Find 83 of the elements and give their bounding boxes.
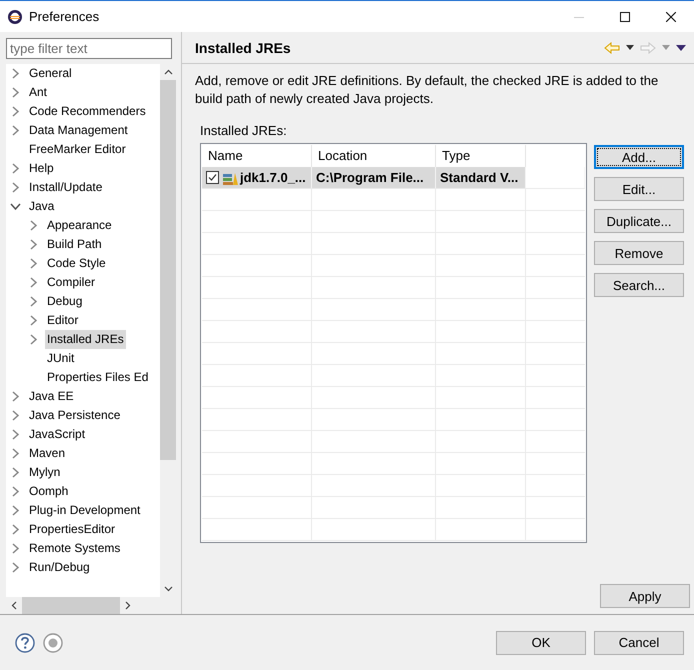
chevron-right-icon[interactable] [10, 505, 21, 516]
tree-item[interactable]: Java EE [27, 387, 76, 406]
action-button[interactable]: Duplicate... [594, 209, 684, 233]
filter-field[interactable]: type filter text [6, 38, 172, 59]
tree-item[interactable]: Properties Files Ed [45, 368, 150, 387]
chevron-right-icon[interactable] [28, 296, 39, 307]
chevron-right-icon[interactable] [28, 220, 39, 231]
record-icon[interactable] [43, 632, 63, 652]
tree-item[interactable]: Editor [45, 311, 80, 330]
chevron-right-icon[interactable] [10, 391, 21, 402]
chevron-down-icon[interactable] [10, 201, 21, 212]
tree-item[interactable]: Data Management [27, 121, 130, 140]
back-arrow-icon[interactable] [604, 42, 620, 54]
tree-item[interactable]: Code Style [45, 254, 108, 273]
chevron-right-icon[interactable] [10, 87, 21, 98]
tree-item[interactable]: Mylyn [27, 463, 62, 482]
cancel-button[interactable]: Cancel [594, 630, 684, 654]
tree-item[interactable]: JavaScript [27, 425, 88, 444]
chevron-right-icon[interactable] [10, 106, 21, 117]
tree-item[interactable]: Run/Debug [27, 558, 92, 577]
chevron-right-icon[interactable] [28, 315, 39, 326]
tree-item[interactable]: Remote Systems [27, 539, 122, 558]
chevron-right-icon[interactable] [28, 258, 39, 269]
chevron-right-icon[interactable] [10, 182, 21, 193]
caret-icon[interactable] [626, 45, 634, 50]
ok-button[interactable]: OK [496, 630, 586, 654]
chevron-right-icon[interactable] [10, 429, 21, 440]
description-text: Add, remove or edit JRE definitions. By default, the checked JRE is added to the build path of newly created Java projects. [195, 72, 660, 108]
apply-button[interactable]: Apply [600, 584, 690, 608]
tree-item[interactable]: Code Recommenders [27, 102, 148, 121]
scrollbar-thumb[interactable] [22, 597, 120, 614]
chevron-right-icon[interactable] [10, 410, 21, 421]
table-cell: jdk1.7.0_... [240, 170, 306, 185]
maximize-icon [620, 12, 630, 22]
checkbox[interactable] [206, 171, 219, 184]
tree-item[interactable]: Ant [27, 83, 50, 102]
scroll-up-icon[interactable] [164, 69, 172, 75]
table-row[interactable]: jdk1.7.0_... C:\Program File... Standard V... [202, 167, 585, 189]
tree-item[interactable]: Plug-in Development [27, 501, 142, 520]
chevron-right-icon[interactable] [10, 543, 21, 554]
action-button[interactable]: Remove [594, 241, 684, 265]
chevron-right-icon[interactable] [10, 562, 21, 573]
chevron-right-icon[interactable] [28, 334, 39, 345]
help-icon[interactable] [15, 632, 35, 652]
tree-item[interactable]: General [27, 64, 74, 83]
app-icon [7, 8, 23, 24]
tree-item[interactable]: Install/Update [27, 178, 104, 197]
tree-item[interactable]: Compiler [45, 273, 98, 292]
scroll-down-icon[interactable] [164, 586, 172, 592]
tree-item[interactable]: PropertiesEditor [27, 520, 118, 539]
chevron-right-icon[interactable] [10, 68, 21, 79]
action-button[interactable]: Edit... [594, 177, 684, 201]
table-label: Installed JREs: [200, 123, 288, 138]
view-menu-icon[interactable] [676, 44, 686, 50]
tree-item[interactable]: Help [27, 159, 56, 178]
scroll-left-icon[interactable] [11, 601, 17, 610]
chevron-right-icon[interactable] [10, 467, 21, 478]
tree-item[interactable]: Appearance [45, 216, 114, 235]
chevron-right-icon[interactable] [28, 277, 39, 288]
tree-item[interactable]: Java Persistence [27, 406, 122, 425]
table-cell: C:\Program File... [316, 170, 424, 185]
window-title: Preferences [29, 9, 100, 24]
tree-item[interactable]: Java [27, 197, 56, 216]
scrollbar-thumb[interactable] [160, 80, 176, 460]
tree-item[interactable]: Build Path [45, 235, 104, 254]
tree-item[interactable]: JUnit [45, 349, 76, 368]
tree-item[interactable]: Oomph [27, 482, 70, 501]
tree-item[interactable]: FreeMarker Editor [27, 140, 128, 159]
chevron-right-icon[interactable] [10, 524, 21, 535]
chevron-right-icon[interactable] [10, 448, 21, 459]
chevron-right-icon[interactable] [10, 486, 21, 497]
tree-item[interactable]: Maven [27, 444, 68, 463]
tree-item[interactable]: Installed JREs [45, 330, 126, 349]
chevron-right-icon[interactable] [10, 163, 21, 174]
chevron-right-icon[interactable] [10, 125, 21, 136]
chevron-right-icon[interactable] [28, 239, 39, 250]
scroll-right-icon[interactable] [125, 601, 131, 610]
close-icon [666, 12, 676, 22]
page-title: Installed JREs [195, 40, 291, 56]
tree-item[interactable]: Debug [45, 292, 84, 311]
action-button[interactable]: Search... [594, 273, 684, 297]
action-button[interactable]: Add... [594, 145, 684, 169]
table-cell: Standard V... [440, 170, 518, 185]
